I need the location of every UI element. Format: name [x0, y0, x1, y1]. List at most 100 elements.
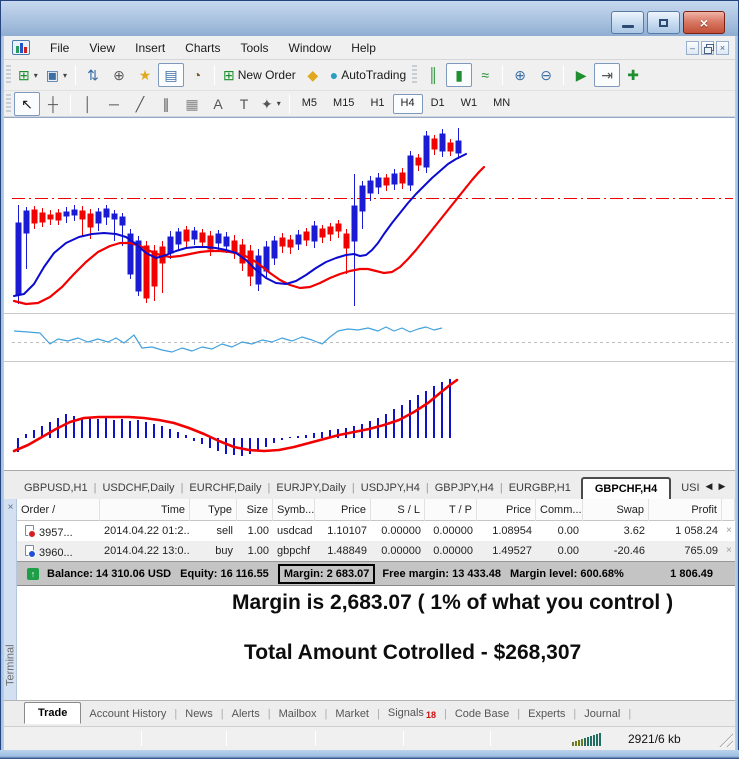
- fibonacci-button[interactable]: ▦: [179, 92, 205, 116]
- menu-item-window[interactable]: Window: [279, 37, 342, 59]
- chart-tab-usi[interactable]: USI: [675, 478, 705, 499]
- profiles-button[interactable]: ▣ ▾: [42, 63, 71, 87]
- order-row[interactable]: 3957... 2014.04.22 01:2... sell 1.00 usdcad 1…: [17, 521, 735, 541]
- column-header-type[interactable]: Type: [190, 499, 237, 521]
- text-label-button[interactable]: T: [231, 92, 257, 116]
- timeframe-m15-button[interactable]: M15: [325, 94, 362, 114]
- terminal-tab-signals[interactable]: Signals 18: [380, 703, 444, 724]
- menu-item-insert[interactable]: Insert: [125, 37, 175, 59]
- window-minimize-button[interactable]: [611, 11, 644, 34]
- chevron-down-icon[interactable]: ▾: [277, 99, 281, 108]
- column-header-price[interactable]: Price: [315, 499, 371, 521]
- text-button[interactable]: A: [205, 92, 231, 116]
- terminal-tab-trade[interactable]: Trade: [24, 701, 82, 724]
- timeframe-d1-button[interactable]: D1: [423, 94, 453, 114]
- chart-tab-usdjpy-h4[interactable]: USDJPY,H4: [355, 478, 426, 499]
- equidistant-channel-button[interactable]: ∥: [153, 92, 179, 116]
- column-header-size[interactable]: Size: [237, 499, 273, 521]
- chart-shift-button[interactable]: ⇥: [594, 63, 621, 87]
- menu-item-charts[interactable]: Charts: [175, 37, 230, 59]
- toolbar-grip[interactable]: [412, 65, 418, 85]
- scroll-left-icon[interactable]: ◀: [706, 481, 713, 492]
- menu-item-help[interactable]: Help: [341, 37, 386, 59]
- chart-restore-button[interactable]: [701, 40, 714, 55]
- order-cell: 0.00: [557, 545, 579, 557]
- navigator-button[interactable]: ★: [132, 63, 158, 87]
- arrows-button[interactable]: ✦ ▾: [257, 92, 285, 116]
- chevron-down-icon[interactable]: ▾: [34, 71, 38, 80]
- terminal-tab-experts[interactable]: Experts: [520, 704, 573, 724]
- terminal-close-button[interactable]: ×: [5, 501, 16, 513]
- terminal-tab-journal[interactable]: Journal: [576, 704, 628, 724]
- menu-item-view[interactable]: View: [79, 37, 125, 59]
- close-position-button[interactable]: ×: [722, 521, 735, 541]
- terminal-tab-code-base[interactable]: Code Base: [447, 704, 517, 724]
- chart-tab-gbpjpy-h4[interactable]: GBPJPY,H4: [429, 478, 500, 499]
- autotrading-button[interactable]: ● AutoTrading: [326, 63, 410, 87]
- zoom-in-button[interactable]: ⊕: [507, 63, 533, 87]
- vertical-line-button[interactable]: │: [75, 92, 101, 116]
- bar-chart-button[interactable]: ║: [420, 63, 446, 87]
- timeframe-h1-button[interactable]: H1: [362, 94, 392, 114]
- timeframe-w1-button[interactable]: W1: [453, 94, 486, 114]
- buy-order-icon: [25, 545, 36, 558]
- cursor-button[interactable]: ↖: [14, 91, 40, 116]
- terminal-button[interactable]: ▤: [158, 63, 184, 87]
- column-header-profit[interactable]: Profit: [649, 499, 722, 521]
- column-header-comm[interactable]: Comm...: [536, 499, 583, 521]
- chart-tab-eurgbp-h1[interactable]: EURGBP,H1: [503, 478, 577, 499]
- new-order-button[interactable]: ⊞ New Order: [219, 63, 300, 87]
- column-header-order[interactable]: Order /: [17, 499, 100, 521]
- metaeditor-button[interactable]: ◆: [300, 63, 326, 87]
- chart-tab-eurchf-daily[interactable]: EURCHF,Daily: [183, 478, 267, 499]
- horizontal-line-button[interactable]: ─: [101, 92, 127, 116]
- scroll-right-icon[interactable]: ▶: [718, 481, 725, 492]
- menu-item-tools[interactable]: Tools: [231, 37, 279, 59]
- chart-close-button[interactable]: ×: [716, 40, 729, 55]
- trendline-button[interactable]: ╱: [127, 92, 153, 116]
- order-cell: 2014.04.22 13:0...: [104, 545, 190, 557]
- chart-minimize-button[interactable]: –: [686, 40, 699, 55]
- chart-tab-eurjpy-daily[interactable]: EURJPY,Daily: [270, 478, 352, 499]
- new-chart-button[interactable]: ⊞ ▾: [14, 63, 42, 87]
- window-maximize-button[interactable]: [647, 11, 680, 34]
- data-window-button[interactable]: ⊕: [106, 63, 132, 87]
- timeframe-m5-button[interactable]: M5: [294, 94, 325, 114]
- chart-area[interactable]: [4, 117, 735, 470]
- terminal-tab-news[interactable]: News: [177, 704, 221, 724]
- column-header-close[interactable]: [722, 499, 735, 521]
- resize-grip[interactable]: [717, 731, 733, 747]
- terminal-tab-mailbox[interactable]: Mailbox: [271, 704, 325, 724]
- timeframe-h4-button[interactable]: H4: [392, 93, 423, 114]
- timeframe-mn-button[interactable]: MN: [485, 94, 518, 114]
- line-chart-button[interactable]: ≈: [472, 63, 498, 87]
- chart-tab-gbpchf-h4[interactable]: GBPCHF,H4: [580, 477, 672, 499]
- strategy-tester-button[interactable]: ◔: [184, 63, 210, 87]
- terminal-tab-account-history[interactable]: Account History: [81, 704, 174, 724]
- auto-scroll-button[interactable]: ▶: [568, 63, 594, 87]
- indicators-button[interactable]: ✚: [620, 63, 646, 87]
- crosshair-button[interactable]: ┼: [40, 92, 66, 116]
- chart-tab-usdchf-daily[interactable]: USDCHF,Daily: [96, 478, 180, 499]
- candlestick-chart-button[interactable]: ▮: [446, 63, 473, 87]
- window-close-button[interactable]: ×: [683, 11, 725, 34]
- menu-item-file[interactable]: File: [40, 37, 79, 59]
- column-header-symb[interactable]: Symb...: [273, 499, 315, 521]
- column-header-time[interactable]: Time: [100, 499, 190, 521]
- toolbar-grip[interactable]: [6, 93, 11, 114]
- chevron-down-icon[interactable]: ▾: [63, 71, 67, 80]
- column-header-sl[interactable]: S / L: [371, 499, 425, 521]
- close-position-button[interactable]: ×: [722, 541, 735, 561]
- terminal-tab-market[interactable]: Market: [327, 704, 377, 724]
- terminal-tab-alerts[interactable]: Alerts: [224, 704, 268, 724]
- column-header-swap[interactable]: Swap: [583, 499, 649, 521]
- market-watch-button[interactable]: ⇅: [80, 63, 106, 87]
- title-bar[interactable]: ×: [0, 0, 739, 36]
- tab-scroll-buttons: ◀ ▶: [706, 481, 736, 499]
- zoom-out-button[interactable]: ⊖: [533, 63, 559, 87]
- column-header-price[interactable]: Price: [477, 499, 536, 521]
- chart-tab-gbpusd-h1[interactable]: GBPUSD,H1: [18, 478, 94, 499]
- column-header-tp[interactable]: T / P: [425, 499, 477, 521]
- order-row[interactable]: 3960... 2014.04.22 13:0... buy 1.00 gbpchf 1.…: [17, 541, 735, 561]
- toolbar-grip[interactable]: [6, 65, 11, 85]
